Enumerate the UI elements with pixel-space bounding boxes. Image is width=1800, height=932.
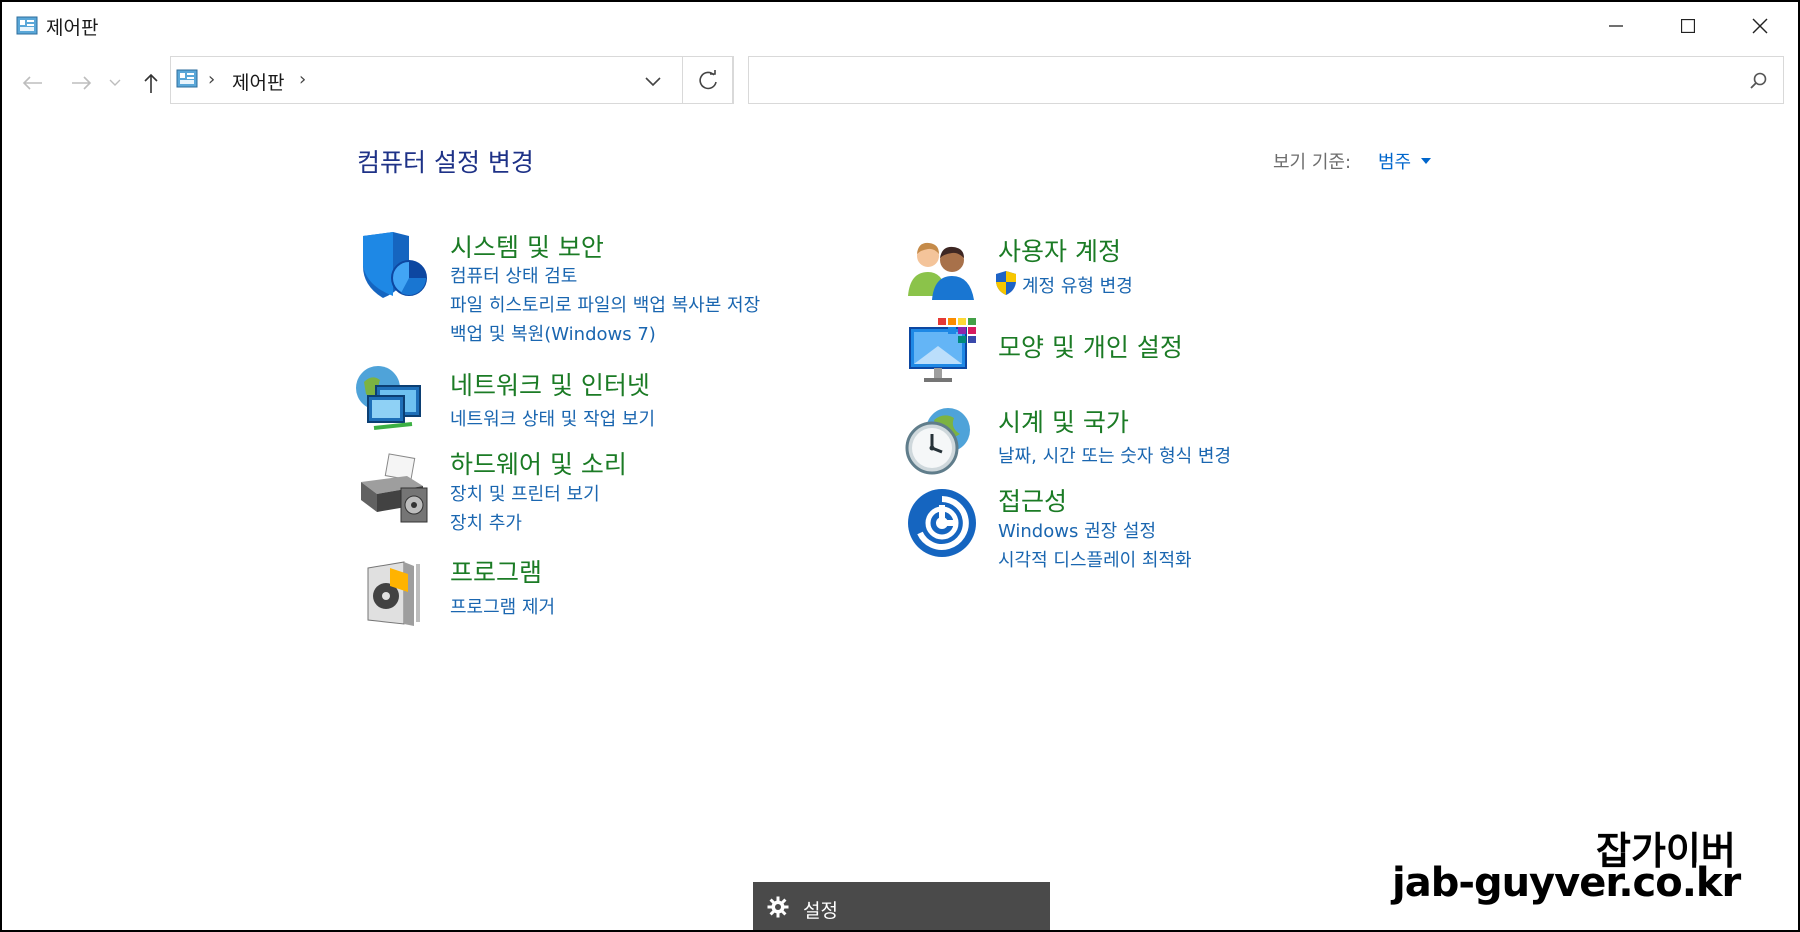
shield-security-icon[interactable] [357,230,429,302]
close-button[interactable] [1724,2,1796,50]
category-system-security[interactable]: 시스템 및 보안 [450,228,604,264]
up-arrow-icon [144,73,158,93]
view-by-dropdown[interactable]: 범주 [1378,148,1411,174]
watermark-url: jab-guyver.co.kr [1392,860,1741,906]
category-programs[interactable]: 프로그램 [450,553,542,589]
title-bar: 제어판 [2,2,1798,50]
forward-button[interactable] [66,68,96,98]
maximize-button[interactable] [1652,2,1724,50]
dropdown-caret-icon[interactable] [1421,158,1431,164]
minimize-button[interactable] [1580,2,1652,50]
gear-icon [767,896,789,918]
programs-icon[interactable] [362,556,434,628]
forward-arrow-icon [72,76,92,90]
category-network-internet[interactable]: 네트워크 및 인터넷 [450,366,650,402]
chevron-down-icon[interactable] [643,71,663,91]
back-button[interactable] [18,68,48,98]
breadcrumb-control-panel[interactable]: 제어판 [232,68,284,95]
recent-locations-button[interactable] [106,68,124,98]
breadcrumb-separator[interactable]: › [208,69,215,90]
link-date-time-number-format[interactable]: 날짜, 시간 또는 숫자 형식 변경 [998,442,1231,468]
printer-hardware-icon[interactable] [357,452,429,524]
control-panel-window: 제어판 › 제어판 › 컴퓨터 설정 변경 보기 기준: 범주 시스템 및 보안… [2,2,1798,930]
refresh-icon [699,70,717,90]
back-arrow-icon [22,76,42,90]
minimize-icon [1609,25,1623,27]
settings-label: 설정 [803,900,838,922]
window-title: 제어판 [46,17,99,39]
close-icon [1752,18,1768,34]
uac-shield-icon [996,271,1016,295]
accessibility-icon[interactable] [906,487,978,559]
link-uninstall-program[interactable]: 프로그램 제거 [450,593,555,619]
link-change-account-type[interactable]: 계정 유형 변경 [1022,272,1133,298]
control-panel-icon [176,69,198,88]
link-review-computer-status[interactable]: 컴퓨터 상태 검토 [450,262,577,288]
control-panel-icon [16,16,38,35]
breadcrumb-separator[interactable]: › [299,69,306,90]
address-bar[interactable]: › 제어판 › [170,56,733,104]
link-backup-restore-windows7[interactable]: 백업 및 복원(Windows 7) [450,320,656,346]
link-add-device[interactable]: 장치 추가 [450,509,522,535]
category-appearance-personalization[interactable]: 모양 및 개인 설정 [998,328,1183,364]
category-accessibility[interactable]: 접근성 [998,482,1067,518]
link-windows-recommended-settings[interactable]: Windows 권장 설정 [998,517,1156,543]
chevron-down-icon [109,79,121,86]
maximize-icon [1681,19,1695,33]
appearance-personalization-icon[interactable] [908,316,980,388]
category-hardware-sound[interactable]: 하드웨어 및 소리 [450,445,627,481]
network-globe-icon[interactable] [354,362,426,434]
link-network-status[interactable]: 네트워크 상태 및 작업 보기 [450,405,655,431]
clock-region-icon[interactable] [904,404,976,476]
view-by-label: 보기 기준: [1273,152,1352,173]
category-user-accounts[interactable]: 사용자 계정 [998,232,1121,268]
link-devices-printers[interactable]: 장치 및 프린터 보기 [450,480,600,506]
settings-taskbar-preview[interactable]: 설정 [753,882,1050,930]
search-icon[interactable] [1749,71,1769,91]
link-file-history-backup[interactable]: 파일 히스토리로 파일의 백업 복사본 저장 [450,291,760,317]
refresh-button[interactable] [682,56,734,104]
search-input[interactable] [757,65,1721,97]
up-button[interactable] [136,68,166,98]
search-box[interactable] [748,56,1784,104]
page-title: 컴퓨터 설정 변경 [357,148,534,177]
link-optimize-visual-display[interactable]: 시각적 디스플레이 최적화 [998,546,1192,572]
user-accounts-icon[interactable] [906,234,978,306]
category-clock-region[interactable]: 시계 및 국가 [998,403,1129,439]
